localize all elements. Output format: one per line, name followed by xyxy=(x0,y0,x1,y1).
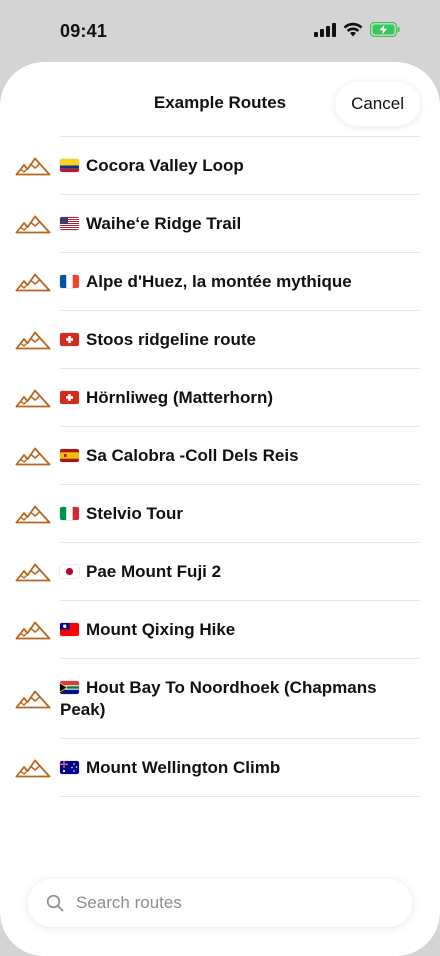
route-name: Waihe‘e Ridge Trail xyxy=(86,213,242,233)
route-name: Mount Wellington Climb xyxy=(86,757,281,777)
flag-jp-icon xyxy=(60,564,79,578)
flag-tw-icon xyxy=(60,622,79,636)
route-row[interactable]: Hörnliweg (Matterhorn) xyxy=(15,368,420,426)
mountain-icon xyxy=(15,621,51,639)
route-row[interactable]: Stelvio Tour xyxy=(15,484,420,542)
route-row[interactable]: Mount Wellington Climb xyxy=(15,738,420,797)
status-icons xyxy=(314,22,400,37)
mountain-icon xyxy=(15,505,51,523)
flag-ch-icon xyxy=(60,390,79,404)
mountain-icon xyxy=(15,215,51,233)
flag-fr-icon xyxy=(60,274,79,288)
route-name: Pae Mount Fuji 2 xyxy=(86,561,222,581)
route-row[interactable]: Cocora Valley Loop xyxy=(15,136,420,194)
route-row[interactable]: Hout Bay To Noordhoek (Chapmans Peak) xyxy=(15,658,420,738)
flag-za-icon xyxy=(60,680,79,694)
mountain-icon xyxy=(15,389,51,407)
route-name: Mount Qixing Hike xyxy=(86,619,236,639)
route-name: Sa Calobra -Coll Dels Reis xyxy=(86,445,299,465)
route-row[interactable]: Waihe‘e Ridge Trail xyxy=(15,194,420,252)
route-name: Cocora Valley Loop xyxy=(86,155,244,175)
cancel-button[interactable]: Cancel xyxy=(335,82,420,126)
battery-charging-icon xyxy=(370,22,400,37)
example-routes-sheet: Example Routes Cancel Cocora Valley Loop… xyxy=(0,62,440,956)
flag-es-icon xyxy=(60,448,79,462)
route-row[interactable]: Pae Mount Fuji 2 xyxy=(15,542,420,600)
route-name: Hörnliweg (Matterhorn) xyxy=(86,387,273,407)
mountain-icon xyxy=(15,563,51,581)
route-row[interactable]: Stoos ridgeline route xyxy=(15,310,420,368)
mountain-icon xyxy=(15,273,51,291)
mountain-icon xyxy=(15,331,51,349)
search-input[interactable] xyxy=(74,892,358,914)
routes-list: Cocora Valley Loop Waihe‘e Ridge Trail Alp… xyxy=(0,136,440,797)
route-row[interactable]: Sa Calobra -Coll Dels Reis xyxy=(15,426,420,484)
flag-co-icon xyxy=(60,158,79,172)
status-bar: 09:41 xyxy=(0,0,440,62)
search-bar[interactable] xyxy=(28,879,412,927)
mountain-icon xyxy=(15,447,51,465)
wifi-icon xyxy=(343,22,363,37)
route-name: Alpe d'Huez, la montée mythique xyxy=(86,271,352,291)
flag-au-icon xyxy=(60,760,79,774)
route-row[interactable]: Mount Qixing Hike xyxy=(15,600,420,658)
cellular-signal-icon xyxy=(314,22,336,37)
mountain-icon xyxy=(15,157,51,175)
route-row[interactable]: Alpe d'Huez, la montée mythique xyxy=(15,252,420,310)
route-name: Stoos ridgeline route xyxy=(86,329,257,349)
route-name: Hout Bay To Noordhoek (Chapmans Peak) xyxy=(60,677,377,719)
mountain-icon xyxy=(15,759,51,777)
search-icon xyxy=(46,894,64,912)
flag-it-icon xyxy=(60,506,79,520)
flag-us-icon xyxy=(60,216,79,230)
mountain-icon xyxy=(15,690,51,708)
flag-ch-icon xyxy=(60,332,79,346)
status-time: 09:41 xyxy=(60,21,108,41)
route-name: Stelvio Tour xyxy=(86,503,183,523)
